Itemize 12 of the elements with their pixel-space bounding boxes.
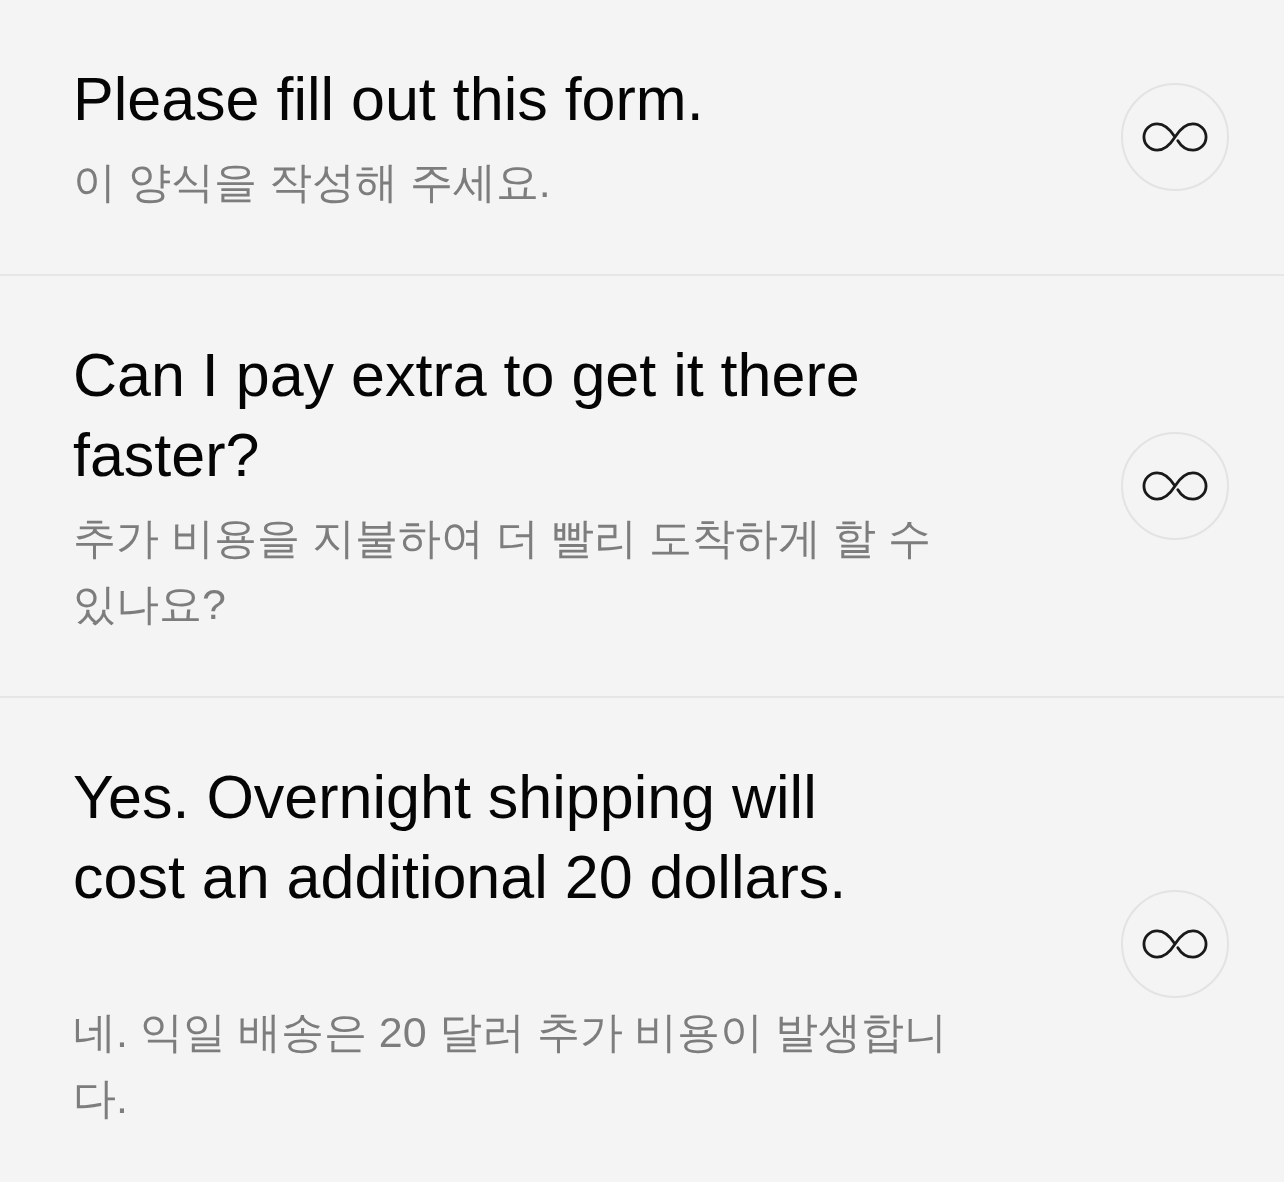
- translation-text: 추가 비용을 지불하여 더 빨리 도착하게 할 수 있나요?: [73, 513, 932, 630]
- translation-text: 이 양식을 작성해 주세요.: [73, 157, 552, 208]
- loop-button[interactable]: [1121, 890, 1229, 998]
- loop-button[interactable]: [1121, 83, 1229, 191]
- sentence-text: Can I pay extra to get it there faster?: [73, 340, 861, 491]
- sentence-text: Please fill out this form.: [73, 64, 705, 135]
- infinity-icon: [1140, 928, 1210, 960]
- infinity-icon: [1140, 470, 1210, 502]
- loop-button[interactable]: [1121, 432, 1229, 540]
- translation-text: 네. 익일 배송은 20 달러 추가 비용이 발생합니다.: [73, 1007, 949, 1124]
- infinity-icon: [1140, 121, 1210, 153]
- sentence-text: Yes. Overnight shipping will cost an additional 20 dollars.: [73, 762, 848, 913]
